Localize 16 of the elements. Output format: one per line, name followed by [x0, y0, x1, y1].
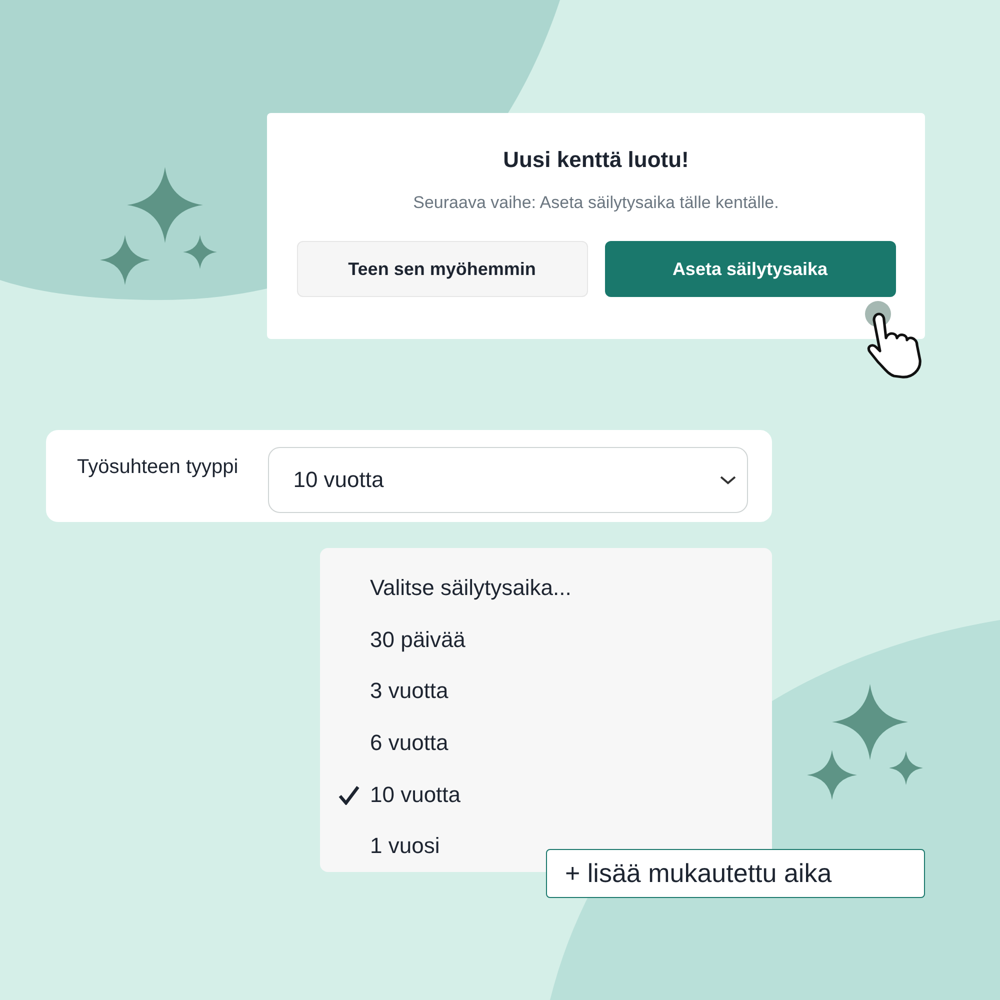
sparkles-icon — [807, 684, 923, 800]
dropdown-option[interactable]: Valitse säilytysaika... — [320, 562, 580, 614]
dropdown-option[interactable]: 3 vuotta — [320, 665, 456, 718]
dropdown-option[interactable]: 10 vuotta — [320, 768, 469, 820]
dialog-message: Seuraava vaihe: Aseta säilytysaika tälle kentälle. — [413, 193, 779, 213]
sparkles-icon — [100, 167, 217, 285]
field-label: Työsuhteen tyyppi — [77, 455, 238, 479]
dropdown-option[interactable]: 6 vuotta — [320, 717, 456, 769]
retention-select[interactable]: 10 vuotta — [268, 447, 748, 513]
add-custom-time-button[interactable]: + lisää mukautettu aika — [546, 849, 925, 898]
set-retention-button[interactable]: Aseta säilytysaika — [604, 241, 896, 297]
dialog-title: Uusi kenttä luotu! — [503, 147, 689, 173]
dropdown-option[interactable]: 1 vuosi — [320, 820, 448, 872]
chevron-down-icon — [719, 474, 737, 486]
later-button[interactable]: Teen sen myöhemmin — [296, 241, 588, 297]
dropdown-option[interactable]: 30 päivää — [320, 614, 474, 666]
